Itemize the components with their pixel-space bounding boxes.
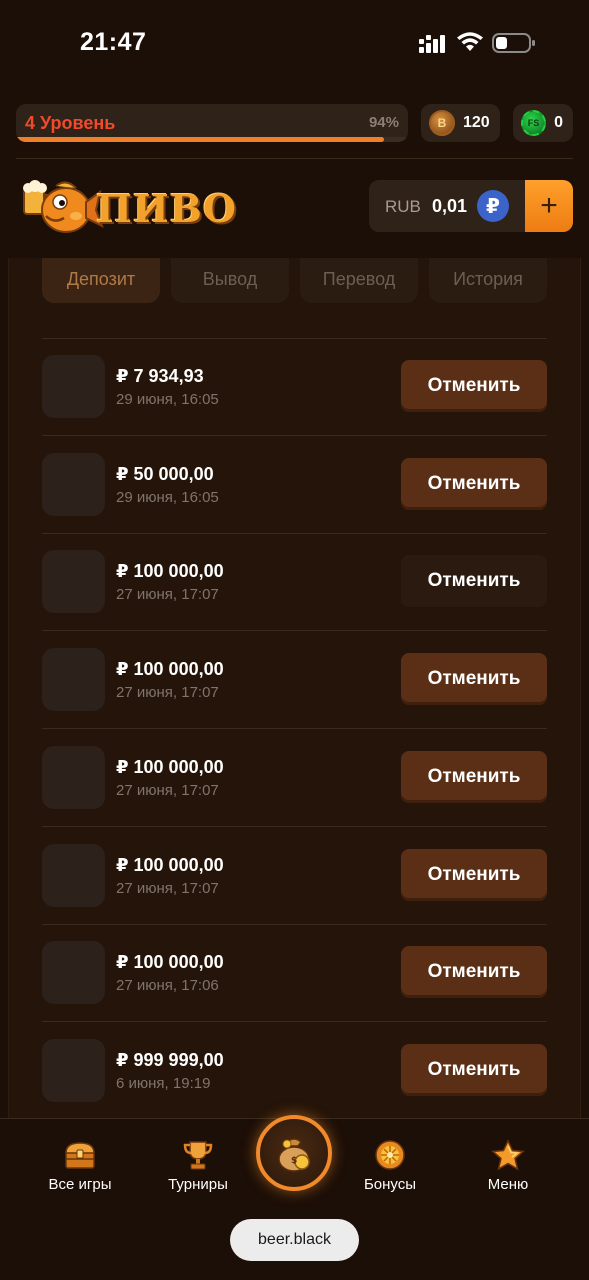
list-divider (42, 533, 547, 534)
fs-coin-icon: FS (521, 110, 547, 136)
list-divider (42, 924, 547, 925)
transaction-row: ₽ 999 999,00 6 июня, 19:19 Отменить (42, 1039, 547, 1103)
cancel-button[interactable]: Отменить (401, 1044, 547, 1096)
transaction-amount: ₽ 100 000,00 (116, 659, 224, 679)
battery-icon (492, 33, 535, 53)
transaction-row: ₽ 100 000,00 27 июня, 17:06 Отменить (42, 941, 547, 1005)
transaction-date: 27 июня, 17:06 (116, 977, 219, 994)
list-divider (42, 338, 547, 339)
transaction-amount: ₽ 999 999,00 (116, 1050, 224, 1070)
cancel-button[interactable]: Отменить (401, 555, 547, 607)
transaction-thumbnail (42, 844, 105, 907)
tab-label: История (453, 268, 523, 289)
freespins-balance[interactable]: FS 0 (513, 104, 573, 142)
balance-currency: RUB (385, 197, 421, 216)
header-divider (16, 158, 573, 159)
tab-label: Вывод (202, 268, 258, 289)
transaction-row: ₽ 50 000,00 29 июня, 16:05 Отменить (42, 453, 547, 517)
level-track (16, 137, 408, 142)
transaction-date: 29 июня, 16:05 (116, 391, 219, 408)
nav-bonuses[interactable]: Бонусы (335, 1139, 445, 1199)
level-label: 4 Уровень (25, 113, 116, 133)
nav-menu[interactable]: Меню (453, 1139, 563, 1199)
level-percent: 94% (368, 114, 399, 131)
signal-icon (419, 35, 445, 53)
nav-label: Турниры (168, 1176, 228, 1193)
list-divider (42, 1021, 547, 1022)
balance-amount: 0,01 (432, 196, 468, 216)
b-coin-value: 120 (463, 114, 490, 131)
transaction-row: ₽ 100 000,00 27 июня, 17:07 Отменить (42, 550, 547, 614)
transaction-row: ₽ 100 000,00 27 июня, 17:07 Отменить (42, 844, 547, 908)
transaction-amount: ₽ 7 934,93 (116, 366, 204, 386)
transaction-amount: ₽ 100 000,00 (116, 561, 224, 581)
transaction-amount: ₽ 50 000,00 (116, 464, 214, 484)
transaction-thumbnail (42, 746, 105, 809)
transaction-row: ₽ 100 000,00 27 июня, 17:07 Отменить (42, 648, 547, 712)
transaction-thumbnail (42, 355, 105, 418)
transaction-date: 27 июня, 17:07 (116, 684, 219, 701)
transaction-amount: ₽ 100 000,00 (116, 855, 224, 875)
list-divider (42, 435, 547, 436)
transaction-amount: ₽ 100 000,00 (116, 952, 224, 972)
tab-label: Депозит (66, 268, 136, 289)
b-coin-balance[interactable]: B 120 (421, 104, 500, 142)
transaction-date: 27 июня, 17:07 (116, 782, 219, 799)
header-overlap (8, 244, 581, 258)
transaction-date: 27 июня, 17:07 (116, 880, 219, 897)
transaction-thumbnail (42, 453, 105, 516)
trophy-icon (183, 1141, 213, 1170)
nav-tournaments[interactable]: Турниры (143, 1139, 253, 1199)
svg-text:$: $ (291, 1156, 297, 1166)
transaction-thumbnail (42, 550, 105, 613)
nav-label: Бонусы (363, 1176, 417, 1193)
transaction-date: 29 июня, 16:05 (116, 489, 219, 506)
app-screen: 21:47 4 Уровень 94% B 120 FS 0 ПИВО RUB … (0, 0, 589, 1280)
treasure-chest-icon (65, 1142, 95, 1169)
cancel-button[interactable]: Отменить (401, 849, 547, 901)
list-divider (42, 826, 547, 827)
tab-label: Перевод (322, 268, 396, 289)
transaction-row: ₽ 100 000,00 27 июня, 17:07 Отменить (42, 746, 547, 810)
add-funds-button[interactable]: + (525, 180, 573, 232)
nav-label: Все игры (48, 1176, 112, 1193)
cancel-button[interactable]: Отменить (401, 360, 547, 412)
brand-logo-text[interactable]: ПИВО (96, 186, 237, 231)
rub-currency-icon: ₽ (477, 190, 509, 222)
b-coin-icon: B (429, 110, 455, 136)
nav-label: Меню (487, 1176, 529, 1193)
level-fill (16, 137, 385, 142)
cancel-button[interactable]: Отменить (401, 653, 547, 705)
cashier-center-button[interactable]: $ (256, 1115, 332, 1191)
list-divider (42, 728, 547, 729)
cancel-button[interactable]: Отменить (401, 751, 547, 803)
wheel-icon (375, 1140, 405, 1170)
transaction-thumbnail (42, 1039, 105, 1102)
wifi-icon (457, 32, 483, 51)
transaction-row: ₽ 7 934,93 29 июня, 16:05 Отменить (42, 355, 547, 419)
transaction-date: 27 июня, 17:07 (116, 586, 219, 603)
list-divider (42, 630, 547, 631)
status-bar: 21:47 (0, 0, 589, 90)
cancel-button[interactable]: Отменить (401, 946, 547, 998)
status-time: 21:47 (80, 28, 147, 56)
level-progress-bar[interactable]: 4 Уровень 94% (16, 104, 408, 142)
transaction-amount: ₽ 100 000,00 (116, 757, 224, 777)
browser-url-bar[interactable]: beer.black (230, 1219, 359, 1261)
cancel-button[interactable]: Отменить (401, 458, 547, 510)
star-icon (491, 1139, 525, 1171)
transaction-thumbnail (42, 648, 105, 711)
money-bag-icon: $ (278, 1138, 310, 1172)
fs-coin-value: 0 (554, 114, 563, 131)
transaction-thumbnail (42, 941, 105, 1004)
nav-all-games[interactable]: Все игры (25, 1139, 135, 1199)
transaction-date: 6 июня, 19:19 (116, 1075, 211, 1092)
